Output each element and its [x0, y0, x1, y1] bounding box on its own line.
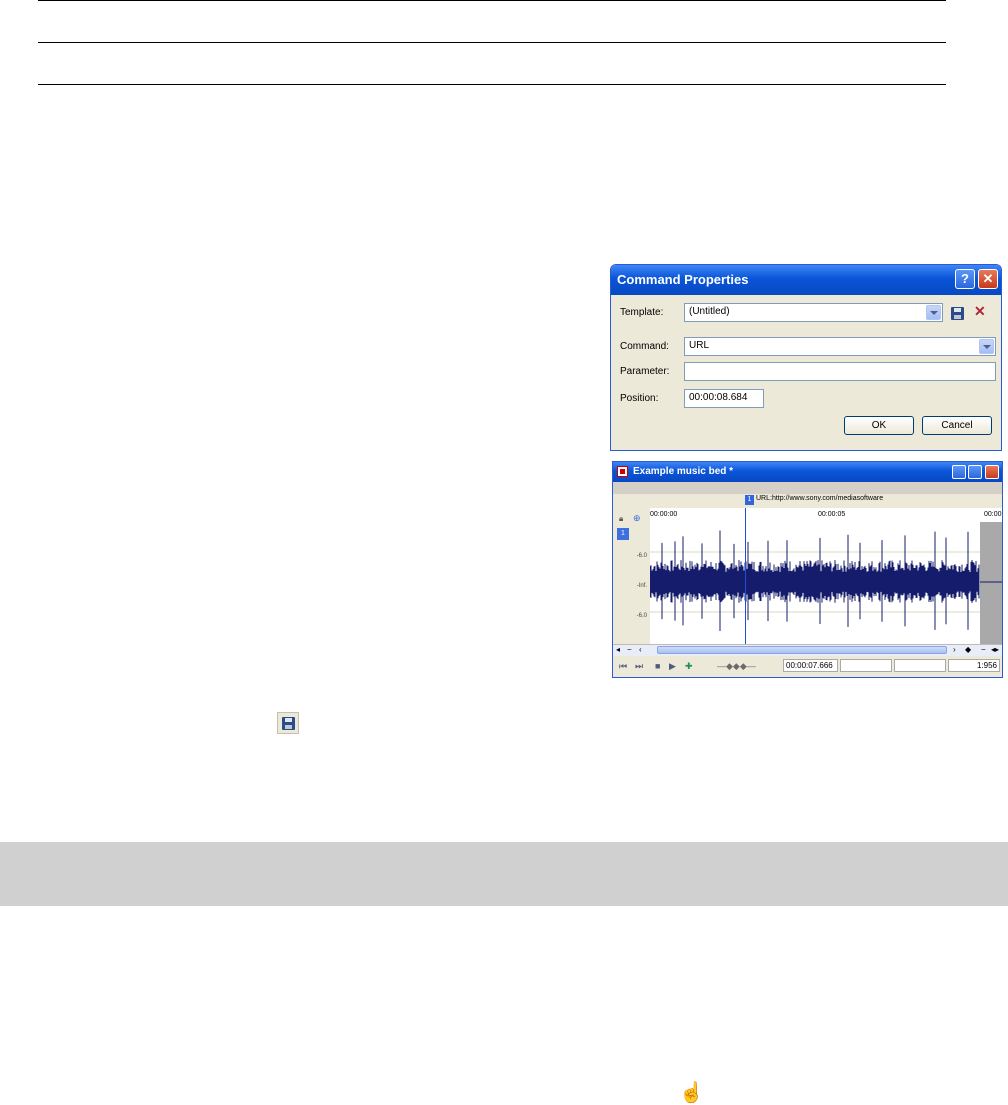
top-rule — [38, 0, 946, 1]
hand-pointer-icon: ☝ — [679, 1082, 704, 1104]
parameter-field[interactable] — [684, 362, 996, 381]
template-label: Template: — [620, 307, 664, 318]
track-badge[interactable]: 1 — [617, 528, 629, 540]
track-gutter: 🔒︎ ⊕ 1 -6.0 -Inf. -6.0 — [613, 508, 651, 644]
command-label: Command: — [620, 341, 669, 352]
dialog-title: Command Properties — [617, 272, 749, 287]
close-button[interactable]: ✕ — [978, 269, 998, 289]
db-label: -Inf. — [636, 583, 647, 589]
command-dropdown[interactable]: URL — [684, 337, 996, 356]
scroll-thumb[interactable] — [657, 646, 947, 654]
chevron-left-icon[interactable]: ‹ — [639, 645, 642, 654]
playback-cursor[interactable] — [745, 508, 746, 644]
section-band — [0, 842, 1008, 906]
transport-bar: ⏮ ⏭ ■ ▶ ✚ —◆◆◆— 00:00:07.666 1:956 — [613, 656, 1002, 677]
zoom-out-icon[interactable]: − — [627, 645, 632, 654]
waveform-display[interactable] — [649, 522, 1002, 644]
waveform-graphic — [649, 522, 1002, 644]
marker-flag[interactable]: 1 — [745, 495, 754, 505]
position-value: 00:00:08.684 — [689, 392, 748, 403]
window-title: Example music bed * — [633, 466, 734, 477]
time-tick: 00:00:00 — [650, 511, 678, 518]
position-field[interactable]: 00:00:08.684 — [684, 389, 764, 408]
db-label: -6.0 — [636, 613, 647, 619]
command-properties-dialog: Command Properties ? ✕ Template: (Untitl… — [610, 264, 1002, 451]
save-template-icon[interactable] — [951, 307, 964, 320]
time-ruler[interactable]: 00:00:00 00:00:05 00:00 — [650, 508, 1002, 523]
scroll-left-icon[interactable]: ◂ — [616, 645, 620, 654]
snap-icon[interactable]: ⊕ — [633, 513, 641, 524]
floppy-icon — [282, 717, 295, 730]
app-icon — [617, 466, 628, 477]
command-value: URL — [689, 340, 710, 351]
time-tick: 00:00:05 — [818, 511, 846, 518]
minimize-button[interactable] — [952, 465, 966, 479]
chevron-right-icon[interactable]: › — [953, 645, 956, 654]
bottom-rule — [38, 84, 946, 85]
maximize-button[interactable] — [968, 465, 982, 479]
window-titlebar: Example music bed * — [613, 462, 1002, 482]
cursor-time-field: 00:00:07.666 — [783, 659, 838, 672]
play-looped-icon[interactable]: ✚ — [685, 661, 693, 672]
ok-button[interactable]: OK — [844, 416, 914, 435]
save-button[interactable] — [277, 712, 299, 734]
help-button[interactable]: ? — [955, 269, 975, 289]
lock-icon[interactable]: 🔒︎ — [619, 514, 623, 524]
play-icon[interactable]: ▶ — [669, 661, 676, 672]
position-label: Position: — [620, 393, 659, 404]
window-close-button[interactable] — [985, 465, 999, 479]
chevron-down-icon[interactable] — [926, 305, 941, 320]
selection-end-field — [894, 659, 946, 672]
zoom-in-icon[interactable]: ◆ — [965, 645, 971, 654]
template-dropdown[interactable]: (Untitled) — [684, 303, 943, 322]
db-label: -6.0 — [636, 553, 647, 559]
zoom-level-icon[interactable]: − — [981, 645, 986, 654]
go-to-start-icon[interactable]: ⏮ — [619, 661, 627, 672]
waveform-window: Example music bed * 1 URL:http://www.son… — [612, 461, 1003, 678]
horizontal-scrollbar[interactable]: ◂ − ‹ › ◆ − ◂▸ — [613, 644, 1002, 656]
template-value: (Untitled) — [689, 306, 730, 317]
shuttle-control-icon[interactable]: —◆◆◆— — [717, 661, 756, 672]
cancel-button[interactable]: Cancel — [922, 416, 992, 435]
middle-rule — [38, 42, 946, 43]
time-tick: 00:00 — [984, 511, 1002, 518]
chevron-down-icon[interactable] — [979, 339, 994, 354]
go-to-end-icon[interactable]: ⏭ — [635, 661, 643, 672]
parameter-label: Parameter: — [620, 366, 670, 377]
dialog-titlebar: Command Properties ? ✕ — [611, 265, 1001, 295]
scroll-right-icon[interactable]: ◂▸ — [991, 645, 999, 654]
waveform-bars — [649, 530, 980, 631]
selection-start-field — [840, 659, 892, 672]
stop-icon[interactable]: ■ — [655, 661, 660, 671]
zoom-ratio-field: 1:956 — [948, 659, 1000, 672]
marker-label: URL:http://www.sony.com/mediasoftware — [756, 495, 884, 502]
delete-template-icon[interactable]: ✕ — [974, 303, 986, 320]
